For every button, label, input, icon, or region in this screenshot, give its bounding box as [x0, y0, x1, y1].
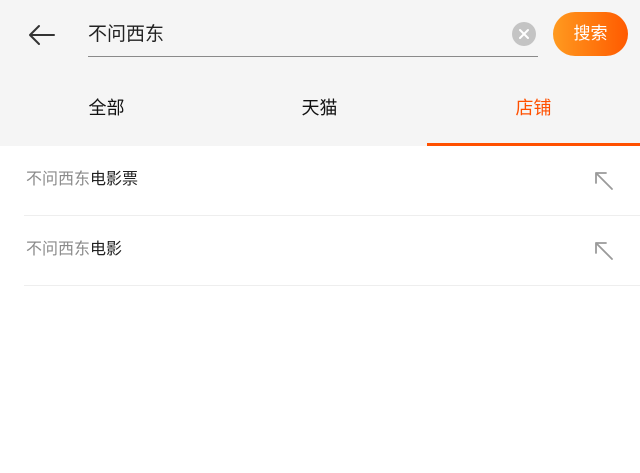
suggestion-suffix: 电影票: [90, 169, 139, 188]
suggestion-prefix: 不问西东: [26, 239, 91, 258]
suggestion-text: 不问西东电影票: [26, 168, 138, 190]
back-arrow-icon[interactable]: [24, 18, 60, 54]
search-button[interactable]: 搜索: [553, 12, 628, 56]
tab-tmall[interactable]: 天猫: [213, 80, 426, 146]
search-header: 不问西东 搜索 全部 天猫 店铺: [0, 0, 640, 146]
tab-bar: 全部 天猫 店铺: [0, 80, 640, 146]
suggestion-item[interactable]: 不问西东电影: [24, 216, 640, 286]
suggestion-suffix: 电影: [90, 239, 123, 258]
arrow-up-left-icon[interactable]: [592, 169, 616, 193]
tab-shops[interactable]: 店铺: [427, 80, 640, 146]
suggestion-prefix: 不问西东: [26, 169, 91, 188]
suggestion-list: 不问西东电影票 不问西东电影: [0, 146, 640, 286]
tab-all[interactable]: 全部: [0, 80, 213, 146]
arrow-up-left-icon[interactable]: [592, 239, 616, 263]
suggestion-item[interactable]: 不问西东电影票: [24, 146, 640, 216]
search-query-text[interactable]: 不问西东: [88, 21, 164, 47]
search-input[interactable]: 不问西东: [88, 12, 538, 57]
clear-icon[interactable]: [512, 22, 536, 46]
suggestion-text: 不问西东电影: [26, 238, 122, 260]
